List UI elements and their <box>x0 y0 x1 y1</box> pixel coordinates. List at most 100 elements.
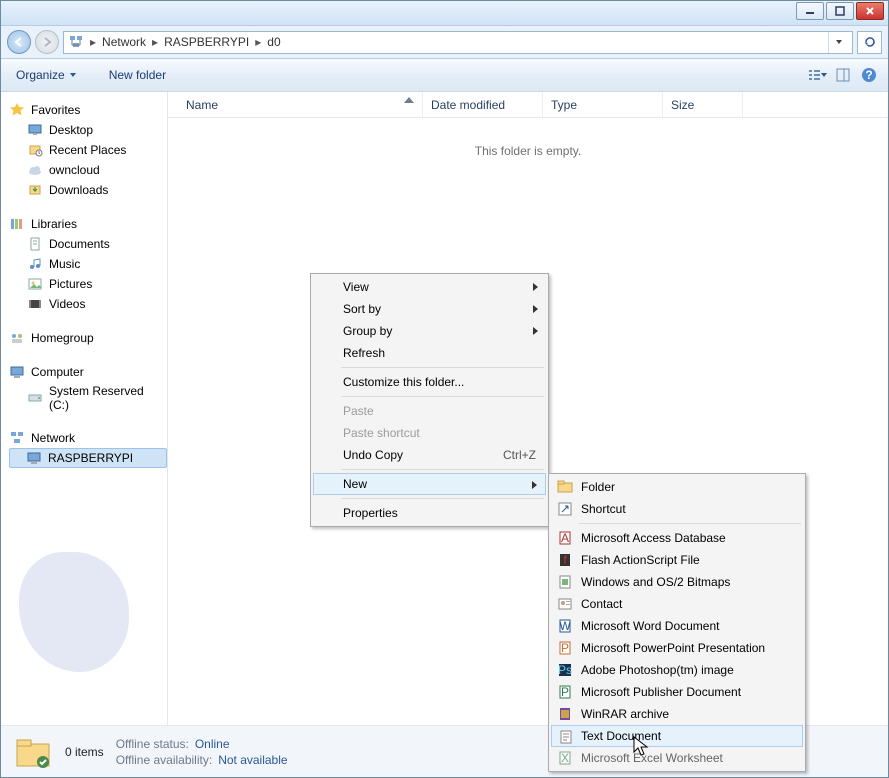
menu-new-excel[interactable]: XMicrosoft Excel Worksheet <box>551 747 803 769</box>
view-options-button[interactable] <box>806 64 828 86</box>
flash-icon: f <box>557 552 573 568</box>
menu-customize[interactable]: Customize this folder... <box>313 371 546 393</box>
sidebar-item-music[interactable]: Music <box>9 254 167 274</box>
sidebar-item-documents[interactable]: Documents <box>9 234 167 254</box>
contact-icon <box>557 596 573 612</box>
menu-sort-by[interactable]: Sort by <box>313 298 546 320</box>
svg-text:A: A <box>561 531 569 545</box>
menu-new-folder[interactable]: Folder <box>551 476 803 498</box>
menu-new-access[interactable]: AMicrosoft Access Database <box>551 527 803 549</box>
breadcrumb-segment[interactable]: Network <box>102 35 146 49</box>
star-icon <box>9 102 25 118</box>
menu-new-contact[interactable]: Contact <box>551 593 803 615</box>
breadcrumb-segment[interactable]: RASPBERRYPI <box>164 35 249 49</box>
menu-new-publisher[interactable]: PMicrosoft Publisher Document <box>551 681 803 703</box>
new-folder-button[interactable]: New folder <box>102 65 173 85</box>
libraries-icon <box>9 216 25 232</box>
menu-new-photoshop[interactable]: PsAdobe Photoshop(tm) image <box>551 659 803 681</box>
favorites-header[interactable]: Favorites <box>9 100 167 120</box>
chevron-right-icon[interactable]: ▸ <box>152 35 158 49</box>
preview-pane-button[interactable] <box>832 64 854 86</box>
empty-folder-message: This folder is empty. <box>168 144 888 158</box>
organize-button[interactable]: Organize <box>9 65 84 85</box>
menu-new-shortcut[interactable]: Shortcut <box>551 498 803 520</box>
menu-paste: Paste <box>313 400 546 422</box>
menu-undo[interactable]: Undo CopyCtrl+Z <box>313 444 546 466</box>
breadcrumb-segment[interactable]: d0 <box>267 35 280 49</box>
column-type[interactable]: Type <box>543 92 663 117</box>
column-headers: Name Date modified Type Size <box>168 92 888 118</box>
offline-availability-label: Offline availability: <box>116 753 213 767</box>
decorative-shape <box>19 552 129 672</box>
drive-icon <box>27 390 43 406</box>
bitmap-icon <box>557 574 573 590</box>
refresh-button[interactable] <box>857 31 882 54</box>
menu-group-by[interactable]: Group by <box>313 320 546 342</box>
sidebar-item-pictures[interactable]: Pictures <box>9 274 167 294</box>
sidebar-item-downloads[interactable]: Downloads <box>9 180 167 200</box>
document-icon <box>27 236 43 252</box>
svg-text:P: P <box>561 685 569 699</box>
menu-refresh[interactable]: Refresh <box>313 342 546 364</box>
access-icon: A <box>557 530 573 546</box>
navigation-pane: Favorites Desktop Recent Places owncloud… <box>1 92 168 725</box>
menu-view[interactable]: View <box>313 276 546 298</box>
svg-text:P: P <box>561 641 569 655</box>
offline-availability-value: Not available <box>218 753 287 767</box>
menu-separator <box>341 469 544 470</box>
chevron-right-icon[interactable]: ▸ <box>90 35 96 49</box>
menu-new-powerpoint[interactable]: PMicrosoft PowerPoint Presentation <box>551 637 803 659</box>
menu-new-word[interactable]: WMicrosoft Word Document <box>551 615 803 637</box>
word-icon: W <box>557 618 573 634</box>
column-size[interactable]: Size <box>663 92 743 117</box>
navigation-bar: ▸ Network ▸ RASPBERRYPI ▸ d0 <box>1 26 888 59</box>
maximize-button[interactable] <box>826 2 854 20</box>
explorer-window: ▸ Network ▸ RASPBERRYPI ▸ d0 Organize Ne… <box>0 0 889 778</box>
folder-large-icon <box>13 732 53 772</box>
help-button[interactable]: ? <box>858 64 880 86</box>
libraries-header[interactable]: Libraries <box>9 214 167 234</box>
forward-button[interactable] <box>35 30 59 54</box>
offline-status-value: Online <box>195 737 230 751</box>
address-bar[interactable]: ▸ Network ▸ RASPBERRYPI ▸ d0 <box>63 31 853 54</box>
computer-header[interactable]: Computer <box>9 362 167 382</box>
winrar-icon <box>557 706 573 722</box>
item-count: 0 items <box>65 745 104 759</box>
sidebar-item-raspberrypi[interactable]: RASPBERRYPI <box>9 448 167 468</box>
titlebar <box>1 1 888 26</box>
close-button[interactable] <box>856 2 884 20</box>
back-button[interactable] <box>7 30 31 54</box>
offline-status-label: Offline status: <box>116 737 189 751</box>
network-header[interactable]: Network <box>9 428 167 448</box>
menu-new[interactable]: New <box>313 473 546 495</box>
menu-new-winrar[interactable]: WinRAR archive <box>551 703 803 725</box>
menu-properties[interactable]: Properties <box>313 502 546 524</box>
sidebar-item-videos[interactable]: Videos <box>9 294 167 314</box>
network-icon <box>9 430 25 446</box>
menu-paste-shortcut: Paste shortcut <box>313 422 546 444</box>
column-name[interactable]: Name <box>168 92 423 117</box>
sidebar-item-drive-c[interactable]: System Reserved (C:) <box>9 382 167 414</box>
menu-new-text[interactable]: Text Document <box>551 725 803 747</box>
homegroup-header[interactable]: Homegroup <box>9 328 167 348</box>
computer-icon <box>9 364 25 380</box>
svg-text:W: W <box>559 619 571 633</box>
folder-icon <box>557 479 573 495</box>
menu-separator <box>579 523 801 524</box>
address-dropdown-button[interactable] <box>828 32 848 53</box>
minimize-button[interactable] <box>796 2 824 20</box>
chevron-right-icon[interactable]: ▸ <box>255 35 261 49</box>
chevron-down-icon <box>69 71 77 79</box>
pictures-icon <box>27 276 43 292</box>
column-date[interactable]: Date modified <box>423 92 543 117</box>
sidebar-item-recent[interactable]: Recent Places <box>9 140 167 160</box>
file-list-area[interactable]: Name Date modified Type Size This folder… <box>168 92 888 725</box>
sidebar-item-owncloud[interactable]: owncloud <box>9 160 167 180</box>
menu-new-bitmap[interactable]: Windows and OS/2 Bitmaps <box>551 571 803 593</box>
desktop-icon <box>27 122 43 138</box>
cloud-icon <box>27 162 43 178</box>
menu-shortcut: Ctrl+Z <box>503 448 536 462</box>
menu-separator <box>341 498 544 499</box>
menu-new-flash[interactable]: fFlash ActionScript File <box>551 549 803 571</box>
sidebar-item-desktop[interactable]: Desktop <box>9 120 167 140</box>
